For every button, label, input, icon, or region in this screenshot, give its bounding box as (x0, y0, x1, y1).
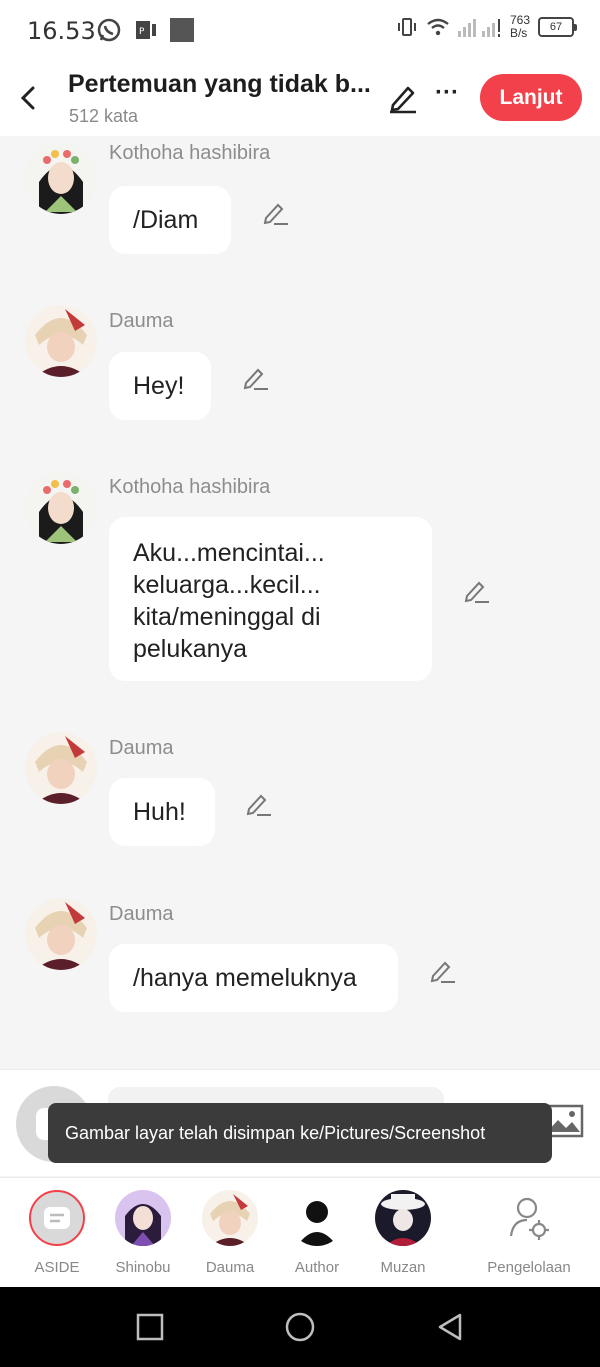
tab-aside[interactable]: ASIDE (17, 1190, 97, 1276)
edit-message-icon[interactable] (262, 198, 290, 226)
edit-message-icon[interactable] (429, 956, 457, 984)
avatar-dauma[interactable] (25, 898, 97, 970)
edit-title-icon[interactable] (387, 80, 419, 114)
message-text-line: kita/meninggal di (133, 603, 321, 631)
edit-message-icon[interactable] (245, 789, 273, 817)
tab-muzan[interactable]: Muzan (363, 1190, 443, 1276)
speed-unit: B/s (509, 26, 528, 40)
status-time: 16.53 (27, 17, 96, 45)
tab-label: Muzan (380, 1259, 426, 1276)
sender-name: Dauma (109, 310, 174, 332)
avatar-shinobu (115, 1190, 171, 1246)
story-title: Pertemuan yang tidak b... (68, 70, 371, 98)
toast-text: Gambar layar telah disimpan ke/Pictures/… (65, 1122, 486, 1143)
vibrate-icon (397, 18, 416, 36)
tab-management[interactable]: Pengelolaan (480, 1190, 578, 1276)
system-status-icons: 763 B/s 67 (396, 14, 577, 40)
word-count: 512 kata (69, 106, 139, 126)
screenshot-toast: Gambar layar telah disimpan ke/Pictures/… (48, 1103, 552, 1163)
message-text: /hanya memeluknya (133, 964, 357, 992)
message-bubble[interactable]: Huh! (109, 778, 215, 846)
avatar-dauma (202, 1190, 258, 1246)
avatar-kothoha[interactable] (25, 472, 97, 544)
back-arrow-icon[interactable] (14, 80, 44, 116)
continue-button[interactable]: Lanjut (480, 74, 582, 121)
recent-apps-icon[interactable] (134, 1311, 166, 1343)
sender-name: Dauma (109, 737, 174, 759)
wifi-icon (427, 18, 449, 36)
signal-icon (457, 19, 500, 37)
battery-icon: 67 (538, 17, 577, 37)
tab-label: Dauma (205, 1259, 255, 1276)
message-bubble[interactable]: /hanya memeluknya (109, 944, 398, 1012)
message-bubble[interactable]: Aku...mencintai... keluarga...kecil... k… (109, 517, 432, 681)
avatar-muzan (375, 1190, 431, 1246)
app-notification-icon: P (136, 21, 156, 39)
tab-label: Author (294, 1259, 340, 1276)
edit-message-icon[interactable] (242, 363, 270, 391)
avatar-dauma[interactable] (25, 732, 97, 804)
sender-name: Dauma (109, 903, 174, 925)
network-speed: 763 B/s (510, 14, 530, 40)
avatar-author (289, 1190, 345, 1246)
tab-label: Shinobu (115, 1259, 171, 1276)
tab-shinobu[interactable]: Shinobu (103, 1190, 183, 1276)
system-navigation-bar (0, 1287, 600, 1367)
avatar-kothoha[interactable] (25, 142, 97, 214)
whatsapp-icon (97, 18, 121, 42)
square-notification-icon (170, 18, 194, 42)
message-bubble[interactable]: Hey! (109, 352, 211, 420)
more-options-icon[interactable]: ··· (432, 81, 462, 112)
character-tab-bar: ASIDE Shinobu Dauma Author Muzan Pengelo… (0, 1177, 600, 1287)
sender-name: Kothoha hashibira (109, 476, 271, 498)
message-text-line: keluarga...kecil... (133, 571, 321, 599)
message-text-line: Aku...mencintai... (133, 539, 325, 567)
tab-author[interactable]: Author (277, 1190, 357, 1276)
aside-icon (29, 1190, 85, 1246)
status-bar: 16.53 P 763 B/s 67 (0, 0, 600, 62)
sender-name: Kothoha hashibira (109, 142, 271, 164)
notification-icons: P (96, 17, 194, 43)
svg-text:P: P (139, 27, 145, 37)
edit-message-icon[interactable] (463, 576, 491, 604)
editor-header: Pertemuan yang tidak b... 512 kata ··· L… (0, 62, 600, 136)
message-text: Hey! (133, 372, 185, 400)
message-text-line: pelukanya (133, 635, 247, 663)
battery-level: 67 (549, 21, 563, 33)
tab-dauma[interactable]: Dauma (190, 1190, 270, 1276)
back-icon[interactable] (434, 1311, 466, 1343)
message-bubble[interactable]: /Diam (109, 186, 231, 254)
tab-label: ASIDE (34, 1259, 80, 1276)
message-text: /Diam (133, 206, 199, 234)
tab-label: Pengelolaan (487, 1259, 571, 1276)
user-settings-icon (501, 1190, 557, 1246)
message-text: Huh! (133, 798, 186, 826)
avatar-dauma[interactable] (25, 305, 97, 377)
home-icon[interactable] (284, 1311, 316, 1343)
